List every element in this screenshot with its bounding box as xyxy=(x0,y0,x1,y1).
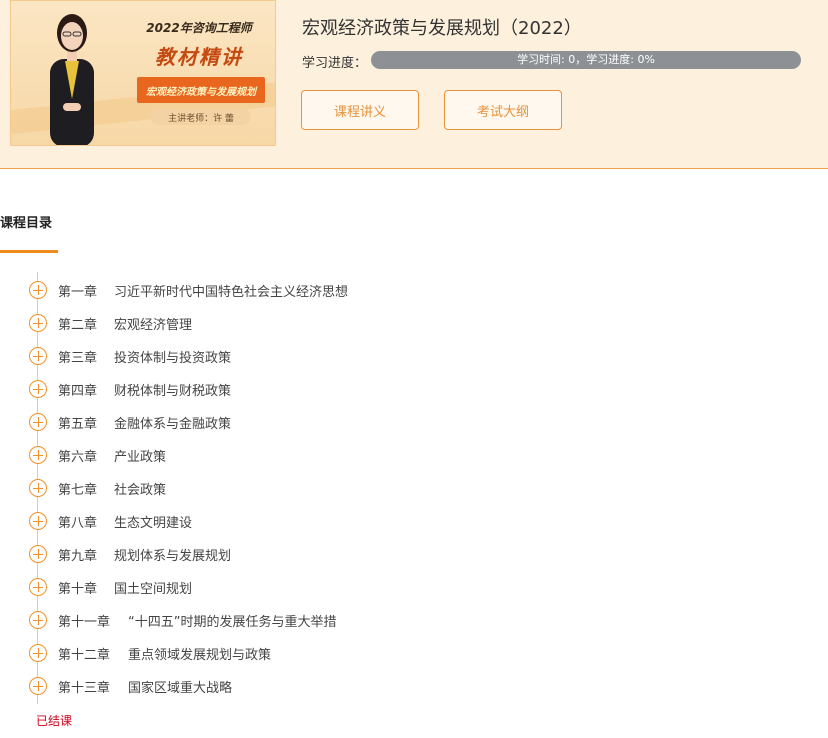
chapter-item[interactable]: 第二章 宏观经济管理 xyxy=(0,306,600,339)
chapter-number: 第四章 xyxy=(58,384,98,399)
chapter-name: 宏观经济管理 xyxy=(114,318,193,333)
chapter-item[interactable]: 第十章 国土空间规划 xyxy=(0,570,600,603)
chapter-name: “十四五”时期的发展任务与重大举措 xyxy=(128,615,337,630)
chapter-item[interactable]: 第十三章 国家区域重大战略 xyxy=(0,669,600,702)
chapter-number: 第一章 xyxy=(58,285,98,300)
chapter-number: 第十三章 xyxy=(58,681,111,696)
expand-plus-icon[interactable] xyxy=(29,347,47,365)
chapter-name: 规划体系与发展规划 xyxy=(114,549,232,564)
expand-plus-icon[interactable] xyxy=(29,644,47,662)
chapter-number: 第六章 xyxy=(58,450,98,465)
chapter-number: 第十章 xyxy=(58,582,98,597)
course-header: 2022年咨询工程师 教材精讲 宏观经济政策与发展规划 主讲老师：许 蕾 宏观经… xyxy=(0,0,828,169)
chapter-number: 第十一章 xyxy=(58,615,111,630)
expand-plus-icon[interactable] xyxy=(29,611,47,629)
chapter-name: 财税体制与财税政策 xyxy=(114,384,232,399)
chapter-name: 金融体系与金融政策 xyxy=(114,417,232,432)
expand-plus-icon[interactable] xyxy=(29,512,47,530)
chapter-name: 习近平新时代中国特色社会主义经济思想 xyxy=(114,285,349,300)
course-status-label: 已结课 xyxy=(36,714,73,728)
expand-plus-icon[interactable] xyxy=(29,545,47,563)
course-notes-button[interactable]: 课程讲义 xyxy=(301,90,419,130)
progress-text: 学习时间: 0，学习进度: 0% xyxy=(517,53,655,66)
course-thumbnail[interactable]: 2022年咨询工程师 教材精讲 宏观经济政策与发展规划 主讲老师：许 蕾 xyxy=(10,0,276,146)
chapter-item[interactable]: 第七章 社会政策 xyxy=(0,471,600,504)
chapter-item[interactable]: 第三章 投资体制与投资政策 xyxy=(0,339,600,372)
catalog-title-underline xyxy=(0,250,58,253)
chapter-item[interactable]: 第九章 规划体系与发展规划 xyxy=(0,537,600,570)
chapter-name: 重点领域发展规划与政策 xyxy=(128,648,272,663)
thumbnail-teacher-label: 主讲老师：许 蕾 xyxy=(151,109,251,125)
course-title: 宏观经济政策与发展规划（2022） xyxy=(302,18,582,39)
expand-plus-icon[interactable] xyxy=(29,446,47,464)
expand-plus-icon[interactable] xyxy=(29,413,47,431)
thumbnail-exam-line: 2022年咨询工程师 xyxy=(146,21,252,35)
chapter-number: 第九章 xyxy=(58,549,98,564)
chapter-item[interactable]: 第八章 生态文明建设 xyxy=(0,504,600,537)
expand-plus-icon[interactable] xyxy=(29,578,47,596)
chapter-number: 第七章 xyxy=(58,483,98,498)
thumbnail-subject-banner: 宏观经济政策与发展规划 xyxy=(137,77,265,103)
exam-syllabus-button[interactable]: 考试大纲 xyxy=(444,90,562,130)
thumbnail-big-title: 教材精讲 xyxy=(155,45,243,69)
chapter-name: 投资体制与投资政策 xyxy=(114,351,232,366)
teacher-photo xyxy=(50,14,94,145)
chapter-number: 第二章 xyxy=(58,318,98,333)
catalog-title: 课程目录 xyxy=(0,216,53,231)
chapter-number: 第五章 xyxy=(58,417,98,432)
expand-plus-icon[interactable] xyxy=(29,677,47,695)
progress-label: 学习进度： xyxy=(302,56,368,71)
chapter-item[interactable]: 第四章 财税体制与财税政策 xyxy=(0,372,600,405)
chapter-item[interactable]: 第六章 产业政策 xyxy=(0,438,600,471)
expand-plus-icon[interactable] xyxy=(29,314,47,332)
chapter-name: 国土空间规划 xyxy=(114,582,193,597)
expand-plus-icon[interactable] xyxy=(29,479,47,497)
chapter-item[interactable]: 第十二章 重点领域发展规划与政策 xyxy=(0,636,600,669)
chapter-name: 社会政策 xyxy=(114,483,167,498)
chapter-name: 生态文明建设 xyxy=(114,516,193,531)
chapter-number: 第十二章 xyxy=(58,648,111,663)
chapter-name: 国家区域重大战略 xyxy=(128,681,233,696)
chapter-number: 第八章 xyxy=(58,516,98,531)
chapter-item[interactable]: 第十一章 “十四五”时期的发展任务与重大举措 xyxy=(0,603,600,636)
chapter-item[interactable]: 第五章 金融体系与金融政策 xyxy=(0,405,600,438)
progress-bar: 学习时间: 0，学习进度: 0% xyxy=(371,51,801,69)
chapter-item[interactable]: 第一章 习近平新时代中国特色社会主义经济思想 xyxy=(0,273,600,306)
expand-plus-icon[interactable] xyxy=(29,380,47,398)
expand-plus-icon[interactable] xyxy=(29,281,47,299)
chapter-name: 产业政策 xyxy=(114,450,167,465)
chapter-number: 第三章 xyxy=(58,351,98,366)
